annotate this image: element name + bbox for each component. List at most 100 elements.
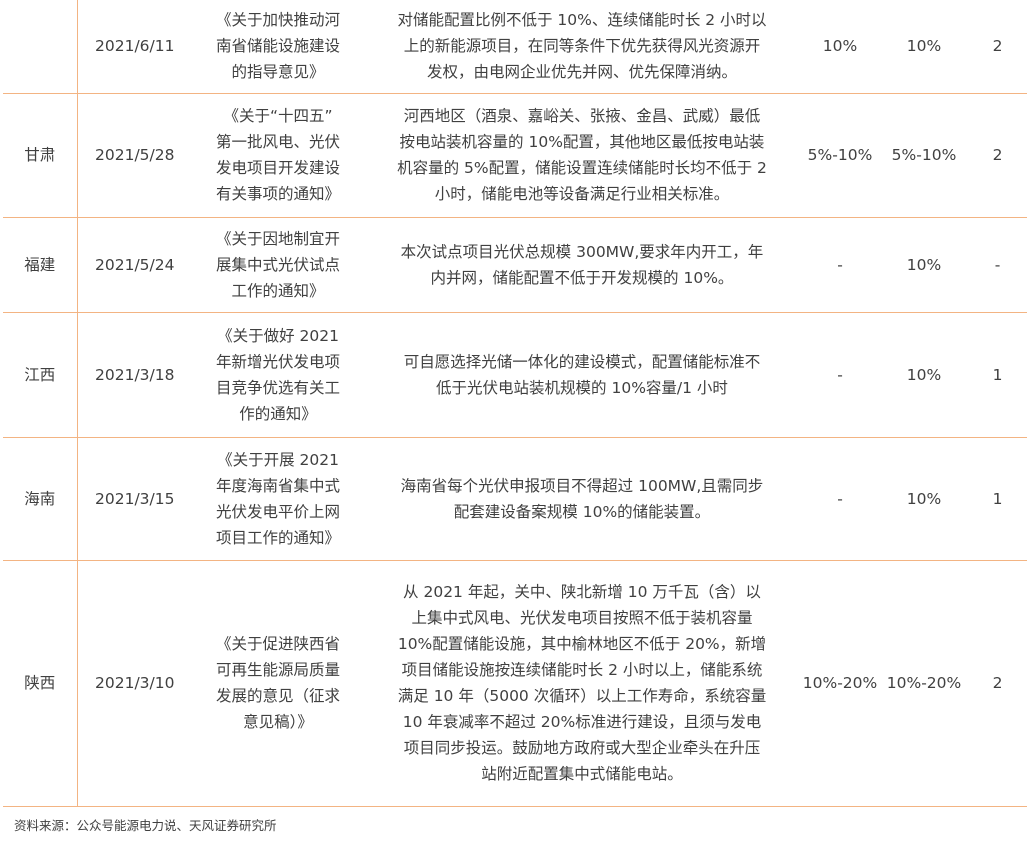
hours-text: - <box>994 255 1001 274</box>
date-text: 2021/5/28 <box>95 146 175 164</box>
province-text: 陕西 <box>24 674 56 692</box>
document-title-line: 可再生能源局质量 <box>215 661 340 679</box>
date-text: 2021/6/11 <box>95 37 175 56</box>
ratio-text-1: - <box>837 365 843 384</box>
document-title-line: 南省储能设施建设 <box>215 37 340 56</box>
policy-content-line: 机容量的 5%配置，储能设置连续储能时长均不低于 2 <box>397 159 767 177</box>
document-title-line: 年新增光伏发电项 <box>215 352 340 371</box>
document-title-line: 作的通知》 <box>239 404 317 423</box>
table-row: 甘肃 2021/5/28 《关于“十四五” 第一批风电、光伏 发电项目开发建设 有关事项的… <box>3 93 1027 218</box>
ratio-cell-1: 5%-10% <box>800 93 880 218</box>
table-row: 陕西 2021/3/10 《关于促进陕西省 可再生能源局质量 发展的意见（征求 意见稿）》… <box>3 560 1027 807</box>
policy-content-line: 发权，由电网企业优先并网、优先保障消纳。 <box>426 63 737 82</box>
ratio-cell-1: 10% <box>800 0 880 94</box>
province-cell: 海南 <box>3 437 78 561</box>
document-title-line: 意见稿）》 <box>243 713 313 731</box>
document-cell: 《关于做好 2021 年新增光伏发电项 目竞争优选有关工 作的通知》 <box>192 312 364 438</box>
policy-content-line: 从 2021 年起，关中、陕北新增 10 万千瓦（含）以 <box>403 583 761 601</box>
policy-content-line: 满足 10 年（5000 次循环）以上工作寿命，系统容量 <box>397 687 767 705</box>
document-title-line: 光伏发电平价上网 <box>215 502 340 521</box>
policy-content-line: 项目同步投运。鼓励地方政府或大型企业牵头在升压 <box>403 739 761 757</box>
policy-content-line: 10%配置储能设施，其中榆林地区不低于 20%，新增 <box>397 635 767 653</box>
document-title-line: 《关于加快推动河 <box>215 11 340 30</box>
ratio-cell-1: - <box>800 312 880 438</box>
source-note: 资料来源：公众号能源电力说、天风证券研究所 <box>14 818 277 833</box>
table-row: 2021/6/11 《关于加快推动河 南省储能设施建设 的指导意见》 对储能配置比例不低… <box>3 0 1027 94</box>
policy-content-line: 本次试点项目光伏总规模 300MW,要求年内开工，年 <box>400 242 764 261</box>
hours-text: 1 <box>992 365 1003 384</box>
policy-content-line: 站附近配置集中式储能电站。 <box>481 765 683 783</box>
date-cell: 2021/6/11 <box>77 0 192 94</box>
ratio-text-1: - <box>837 489 843 508</box>
table-row: 海南 2021/3/15 《关于开展 2021 年度海南省集中式 光伏发电平价上网 项目工… <box>3 437 1027 561</box>
table-row: 福建 2021/5/24 《关于因地制宜开 展集中式光伏试点 工作的通知》 本次试点项目光… <box>3 217 1027 313</box>
ratio-text-2: 10% <box>906 489 942 508</box>
hours-text: 1 <box>992 489 1003 508</box>
date-cell: 2021/3/15 <box>77 437 192 561</box>
province-cell <box>3 0 78 94</box>
date-text: 2021/3/18 <box>95 365 175 384</box>
policy-table: 2021/6/11 《关于加快推动河 南省储能设施建设 的指导意见》 对储能配置比例不低… <box>3 0 1027 807</box>
table-body: 2021/6/11 《关于加快推动河 南省储能设施建设 的指导意见》 对储能配置比例不低… <box>3 0 1027 807</box>
ratio-text-1: 5%-10% <box>807 146 873 164</box>
hours-cell: 1 <box>968 437 1027 561</box>
ratio-cell-2: 5%-10% <box>880 93 968 218</box>
hours-cell: 2 <box>968 0 1027 94</box>
date-text: 2021/3/10 <box>95 674 175 692</box>
date-cell: 2021/5/28 <box>77 93 192 218</box>
province-cell: 甘肃 <box>3 93 78 218</box>
hours-text: 2 <box>992 37 1003 56</box>
content-cell: 对储能配置比例不低于 10%、连续储能时长 2 小时以 上的新能源项目，在同等条件… <box>364 0 800 94</box>
hours-cell: 2 <box>968 560 1027 807</box>
document-title-line: 工作的通知》 <box>231 281 325 300</box>
ratio-cell-1: - <box>800 437 880 561</box>
policy-content-line: 10 年衰减率不超过 20%标准进行建设，且须与发电 <box>402 713 762 731</box>
document-cell: 《关于因地制宜开 展集中式光伏试点 工作的通知》 <box>192 217 364 313</box>
province-cell: 江西 <box>3 312 78 438</box>
ratio-text-1: - <box>837 255 843 274</box>
content-cell: 海南省每个光伏申报项目不得超过 100MW,且需同步 配套建设备案规模 10%的储… <box>364 437 800 561</box>
policy-content-line: 内并网，储能配置不低于开发规模的 10%。 <box>430 268 734 287</box>
policy-content-line: 可自愿选择光储一体化的建设模式，配置储能标准不 <box>403 352 761 371</box>
policy-content-line: 对储能配置比例不低于 10%、连续储能时长 2 小时以 <box>397 11 767 30</box>
policy-content-line: 上集中式风电、光伏发电项目按照不低于装机容量 <box>411 609 753 627</box>
hours-cell: 1 <box>968 312 1027 438</box>
province-text: 福建 <box>24 255 56 274</box>
ratio-cell-2: 10% <box>880 437 968 561</box>
policy-content-line: 按电站装机容量的 10%配置，其他地区最低按电站装 <box>399 133 765 151</box>
policy-content-line: 河西地区（酒泉、嘉峪关、张掖、金昌、武威）最低 <box>403 107 761 125</box>
content-cell: 可自愿选择光储一体化的建设模式，配置储能标准不 低于光伏电站装机规模的 10%容量… <box>364 312 800 438</box>
document-title-line: 《关于因地制宜开 <box>215 229 340 248</box>
policy-content-line: 项目储能设施按连续储能时长 2 小时以上，储能系统 <box>401 661 763 679</box>
document-title-line: 《关于做好 2021 <box>217 326 339 345</box>
document-title-line: 目竞争优选有关工 <box>215 378 340 397</box>
province-text: 海南 <box>24 489 56 508</box>
province-cell: 陕西 <box>3 560 78 807</box>
province-cell: 福建 <box>3 217 78 313</box>
document-title-line: 项目工作的通知》 <box>215 528 340 547</box>
document-title-line: 年度海南省集中式 <box>215 476 340 495</box>
ratio-cell-2: 10% <box>880 217 968 313</box>
ratio-cell-2: 10% <box>880 312 968 438</box>
ratio-text-2: 5%-10% <box>891 146 957 164</box>
content-cell: 本次试点项目光伏总规模 300MW,要求年内开工，年 内并网，储能配置不低于开发规… <box>364 217 800 313</box>
hours-text: 2 <box>992 146 1003 164</box>
table-row: 江西 2021/3/18 《关于做好 2021 年新增光伏发电项 目竞争优选有关工 作的通… <box>3 312 1027 438</box>
document-title-line: 的指导意见》 <box>231 63 325 82</box>
document-cell: 《关于加快推动河 南省储能设施建设 的指导意见》 <box>192 0 364 94</box>
document-title-line: 《关于促进陕西省 <box>215 635 340 653</box>
ratio-text-2: 10% <box>906 365 942 384</box>
document-title-line: 《关于开展 2021 <box>217 450 339 469</box>
document-cell: 《关于开展 2021 年度海南省集中式 光伏发电平价上网 项目工作的通知》 <box>192 437 364 561</box>
date-cell: 2021/3/18 <box>77 312 192 438</box>
content-cell: 从 2021 年起，关中、陕北新增 10 万千瓦（含）以 上集中式风电、光伏发电项… <box>364 560 800 807</box>
ratio-cell-2: 10%-20% <box>880 560 968 807</box>
date-text: 2021/5/24 <box>95 255 175 274</box>
content-cell: 河西地区（酒泉、嘉峪关、张掖、金昌、武威）最低 按电站装机容量的 10%配置，其他… <box>364 93 800 218</box>
policy-content-line: 海南省每个光伏申报项目不得超过 100MW,且需同步 <box>400 476 764 495</box>
province-text: 甘肃 <box>24 146 56 164</box>
ratio-text-1: 10%-20% <box>802 674 878 692</box>
ratio-text-2: 10% <box>906 255 942 274</box>
ratio-cell-1: 10%-20% <box>800 560 880 807</box>
document-title-line: 第一批风电、光伏 <box>215 133 340 151</box>
